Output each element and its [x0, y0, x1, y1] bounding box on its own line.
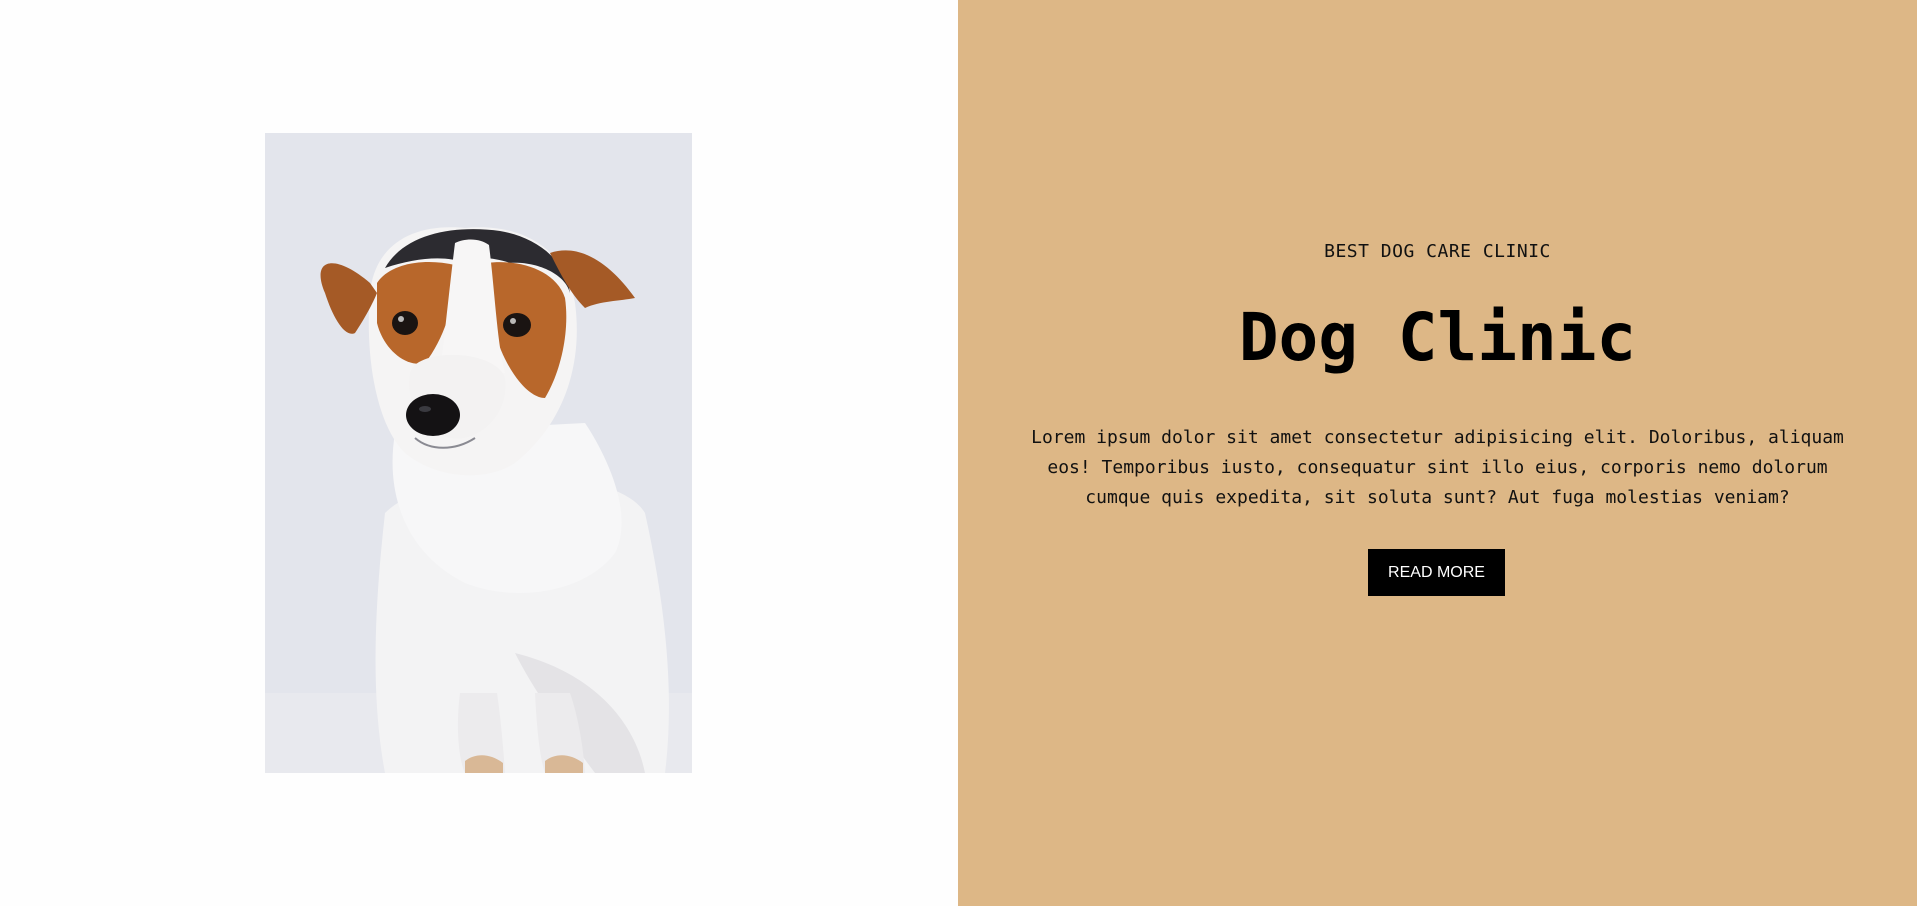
hero-eyebrow: BEST DOG CARE CLINIC: [1324, 241, 1551, 262]
hero-content: BEST DOG CARE CLINIC Dog Clinic Lorem ip…: [958, 0, 1917, 906]
read-more-button[interactable]: READ MORE: [1368, 549, 1505, 596]
dog-illustration: [265, 133, 692, 773]
dog-photo: [265, 133, 692, 773]
hero-title: Dog Clinic: [1238, 299, 1637, 376]
hero-description: Lorem ipsum dolor sit amet consectetur a…: [1031, 427, 1844, 508]
hero-panel: BEST DOG CARE CLINIC Dog Clinic Lorem ip…: [958, 0, 1917, 906]
image-panel: [0, 0, 958, 906]
